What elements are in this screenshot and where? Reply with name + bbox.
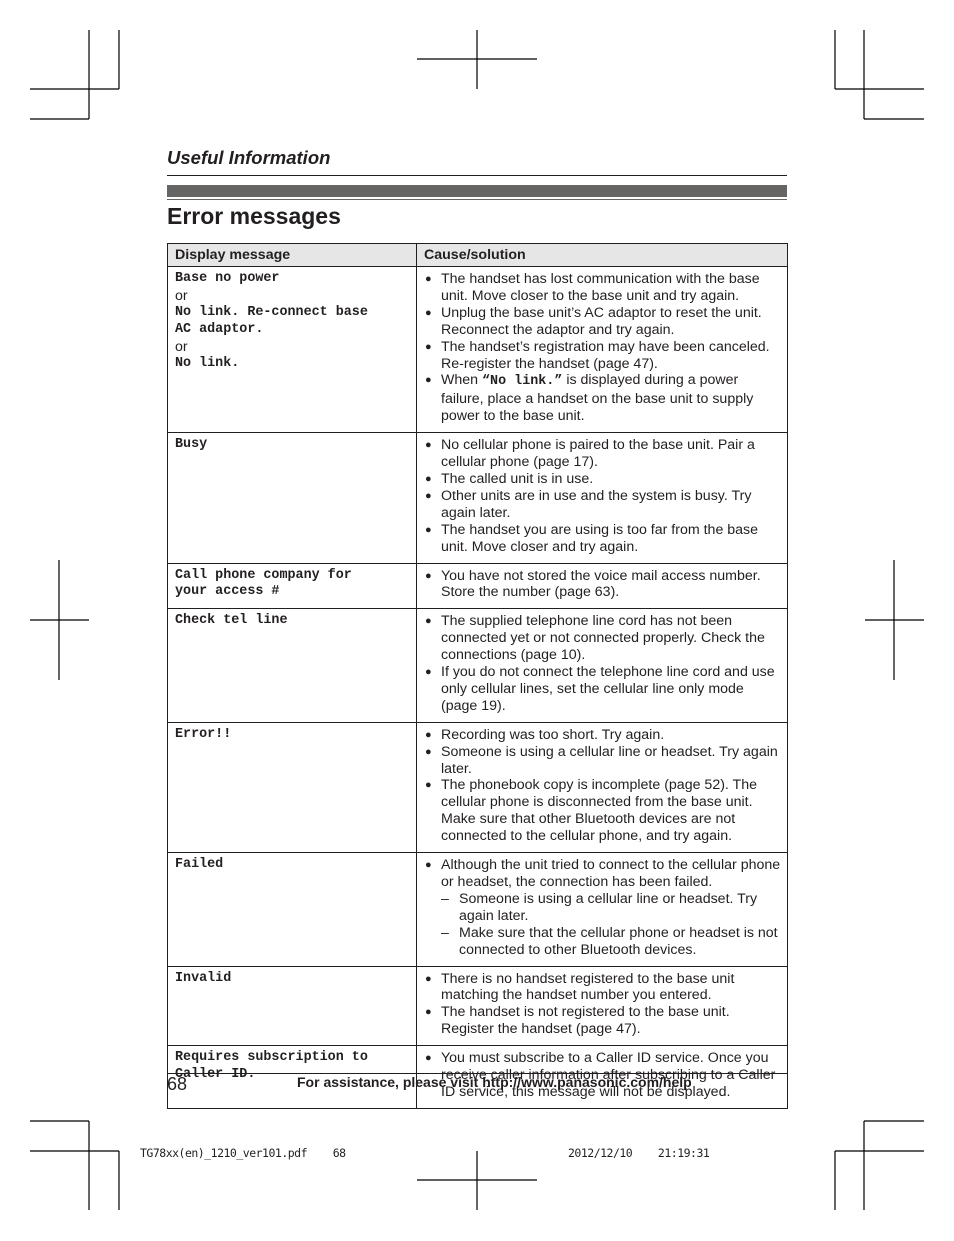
title-bar-decoration	[167, 185, 787, 197]
cause-item: The called unit is in use.	[423, 471, 781, 488]
display-message-cell: Error!!	[167, 721, 417, 854]
cause-item: There is no handset registered to the ba…	[423, 971, 781, 1005]
column-header-display-message: Display message	[167, 243, 417, 267]
cause-text: Someone is using a cellular line or head…	[441, 743, 778, 777]
cause-item: The supplied telephone line cord has not…	[423, 613, 781, 664]
cause-list: Although the unit tried to connect to th…	[423, 857, 781, 891]
display-message-cell: Busy	[167, 432, 417, 564]
cause-solution-cell: No cellular phone is paired to the base …	[416, 432, 788, 564]
cause-solution-cell: You have not stored the voice mail acces…	[416, 562, 788, 610]
display-message-text: No link.	[175, 355, 240, 371]
cause-list: The handset has lost communication with …	[423, 271, 781, 425]
cause-text: The called unit is in use.	[441, 470, 594, 487]
cause-solution-cell: Although the unit tried to connect to th…	[416, 852, 788, 967]
display-message-cell: Check tel line	[167, 608, 417, 723]
table-header-row: Display message Cause/solution	[167, 243, 788, 267]
cause-item: The handset’s registration may have been…	[423, 339, 781, 373]
cause-solution-cell: There is no handset registered to the ba…	[416, 965, 788, 1047]
display-message-text: Base no power	[175, 271, 280, 286]
cause-item: Recording was too short. Try again.	[423, 727, 781, 744]
cause-solution-cell: Recording was too short. Try again.Someo…	[416, 721, 788, 854]
cause-text: The handset has lost communication with …	[441, 271, 760, 304]
cause-text: Recording was too short. Try again.	[441, 726, 665, 743]
cause-item: Unplug the base unit’s AC adaptor to res…	[423, 305, 781, 339]
section-title: Useful Information	[167, 147, 331, 168]
cause-text: The phonebook copy is incomplete (page 5…	[441, 777, 758, 845]
cause-item: The phonebook copy is incomplete (page 5…	[423, 777, 781, 845]
cause-solution-cell: The supplied telephone line cord has not…	[416, 608, 788, 723]
display-message-cell: Failed	[167, 852, 417, 967]
cause-item: When “No link.” is displayed during a po…	[423, 372, 781, 425]
cause-item: Although the unit tried to connect to th…	[423, 857, 781, 891]
cause-item: No cellular phone is paired to the base …	[423, 437, 781, 471]
display-message-cell: Call phone company for your access #	[167, 562, 417, 610]
print-file-info: TG78xx(en)_1210_ver101.pdf 68	[140, 1146, 346, 1160]
display-message-text: your access #	[175, 584, 280, 600]
display-message-cell: Base no power or No link. Re-connect base A…	[167, 265, 417, 434]
table-row: Failed Although the unit tried to connect…	[167, 852, 788, 967]
cause-text: The handset you are using is too far fro…	[441, 521, 759, 555]
print-datetime-text: 2012/12/10 21:19:31	[568, 1146, 710, 1160]
inline-display-message: “No link.”	[482, 374, 563, 390]
cause-item: The handset you are using is too far fro…	[423, 522, 781, 556]
cause-text: Other units are in use and the system is…	[441, 487, 752, 521]
table-row: Check tel line The supplied telephone lin…	[167, 608, 788, 723]
cause-text: You have not stored the voice mail acces…	[441, 567, 761, 601]
cause-item: The handset has lost communication with …	[423, 271, 781, 305]
display-message-text: Error!!	[175, 726, 232, 742]
table-body: Base no power or No link. Re-connect base A…	[167, 265, 788, 1109]
display-message-text: Busy	[175, 437, 208, 453]
display-message-text: Check tel line	[175, 613, 288, 629]
display-message-text: AC adaptor.	[175, 321, 264, 337]
sub-cause-item: Make sure that the cellular phone or hea…	[441, 925, 781, 959]
display-message-text: Call phone company for	[175, 567, 352, 583]
cause-item: Someone is using a cellular line or head…	[423, 744, 781, 778]
cause-item: Other units are in use and the system is…	[423, 488, 781, 522]
table-row: Error!! Recording was too short. Try agai…	[167, 721, 788, 854]
table-row: Base no power or No link. Re-connect base A…	[167, 265, 788, 434]
cause-list: Recording was too short. Try again.Someo…	[423, 727, 781, 845]
cause-text: Although the unit tried to connect to th…	[441, 857, 781, 890]
page-title: Error messages	[167, 203, 341, 229]
cause-text: Unplug the base unit’s AC adaptor to res…	[441, 304, 762, 338]
table-row: Call phone company foryour access # You h…	[167, 562, 788, 610]
cause-item: The handset is not registered to the bas…	[423, 1004, 781, 1038]
cause-list: The supplied telephone line cord has not…	[423, 613, 781, 714]
sub-cause-list: Someone is using a cellular line or head…	[423, 891, 781, 959]
title-bar-underline	[167, 199, 787, 200]
cause-list: No cellular phone is paired to the base …	[423, 437, 781, 555]
table-row: Busy No cellular phone is paired to the b…	[167, 432, 788, 564]
sub-cause-item: Someone is using a cellular line or head…	[441, 891, 781, 925]
error-messages-table: Display message Cause/solution Base no p…	[167, 243, 788, 1109]
assistance-text: For assistance, please visit http://www.…	[297, 1074, 692, 1090]
cause-item: If you do not connect the telephone line…	[423, 664, 781, 715]
cause-text: If you do not connect the telephone line…	[441, 664, 775, 714]
print-file-text: TG78xx(en)_1210_ver101.pdf 68	[140, 1146, 346, 1160]
cause-text: The supplied telephone line cord has not…	[441, 613, 765, 664]
cause-text: When	[441, 372, 483, 389]
cause-text: There is no handset registered to the ba…	[441, 970, 735, 1004]
display-message-cell: Invalid	[167, 965, 417, 1047]
column-header-cause-solution: Cause/solution	[416, 243, 788, 267]
cause-list: There is no handset registered to the ba…	[423, 971, 781, 1039]
display-message-text: Invalid	[175, 970, 232, 986]
cause-text: No cellular phone is paired to the base …	[441, 437, 755, 471]
display-message-text: No link. Re-connect base	[175, 304, 368, 320]
display-message-text: Failed	[175, 857, 224, 873]
cause-item: You have not stored the voice mail acces…	[423, 568, 781, 602]
cause-text: The handset is not registered to the bas…	[441, 1004, 730, 1038]
or-separator: or	[175, 287, 188, 304]
or-separator: or	[175, 338, 188, 355]
table-row: Invalid There is no handset registered to…	[167, 965, 788, 1047]
cause-list: You have not stored the voice mail acces…	[423, 568, 781, 602]
cause-solution-cell: The handset has lost communication with …	[416, 265, 788, 434]
display-message-text: Requires subscription to	[175, 1050, 368, 1066]
header-rule	[167, 175, 787, 176]
print-datetime-info: 2012/12/10 21:19:31	[568, 1146, 710, 1160]
cause-text: The handset’s registration may have been…	[441, 338, 770, 372]
page-number: 68	[167, 1074, 188, 1094]
